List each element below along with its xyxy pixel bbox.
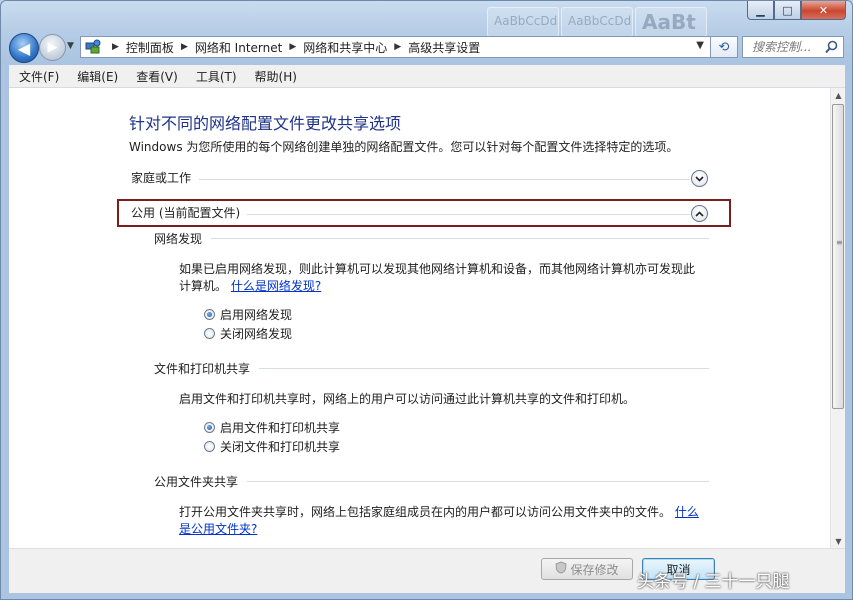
divider xyxy=(199,179,690,180)
breadcrumb-separator[interactable]: ▶ xyxy=(112,42,119,52)
back-arrow-icon: ◀ xyxy=(17,38,31,58)
ghost-tab: AaBbCcDd xyxy=(561,7,633,37)
vertical-scrollbar[interactable]: ▲ ≡ ▼ xyxy=(830,88,845,548)
caption-buttons: ▁ □ ✕ xyxy=(747,1,846,20)
address-bar[interactable]: ▶ 控制面板 ▶ 网络和 Internet ▶ 网络和共享中心 ▶ 高级共享设置… xyxy=(80,36,711,58)
page-title: 针对不同的网络配置文件更改共享选项 xyxy=(129,114,402,133)
radio-label: 启用文件和打印机共享 xyxy=(220,421,341,435)
menu-view[interactable]: 查看(V) xyxy=(126,68,186,85)
menu-file[interactable]: 文件(F) xyxy=(9,68,67,85)
what-is-public-folder-link-2[interactable]: 是公用文件夹? xyxy=(179,522,257,536)
discovery-desc-text: 计算机。 xyxy=(179,279,228,293)
back-button[interactable]: ◀ xyxy=(9,33,39,63)
what-is-public-folder-link[interactable]: 什么 xyxy=(675,505,699,519)
uac-shield-icon xyxy=(555,561,568,577)
menu-edit[interactable]: 编辑(E) xyxy=(67,68,126,85)
search-icon[interactable] xyxy=(825,40,838,57)
highlight-frame xyxy=(117,199,731,227)
search-box[interactable] xyxy=(742,36,844,58)
window: AaBbCcDd AaBbCcDd AaBt ▁ □ ✕ ◀ ▶ ▼ ▶ 控制面… xyxy=(0,0,853,600)
refresh-icon: ⟲ xyxy=(718,39,730,55)
public-folder-desc-2: 是公用文件夹? xyxy=(179,520,257,538)
printer-title: 文件和打印机共享 xyxy=(154,362,251,376)
discovery-desc-2: 计算机。 什么是网络发现? xyxy=(179,277,321,295)
radio-label: 关闭文件和打印机共享 xyxy=(220,440,341,454)
save-changes-button[interactable]: 保存修改 xyxy=(541,558,633,580)
minimize-button[interactable]: ▁ xyxy=(747,1,774,20)
search-input[interactable] xyxy=(743,37,832,57)
breadcrumb-advanced-sharing[interactable]: 高级共享设置 xyxy=(408,39,480,56)
expand-home-button[interactable] xyxy=(691,170,708,187)
grip-icon: ≡ xyxy=(836,238,843,247)
address-dropdown-icon[interactable]: ▼ xyxy=(696,40,704,51)
radio-label: 关闭网络发现 xyxy=(220,327,293,341)
profile-home-title[interactable]: 家庭或工作 xyxy=(131,169,191,186)
scroll-thumb[interactable]: ≡ xyxy=(832,104,844,409)
close-button[interactable]: ✕ xyxy=(801,1,846,20)
breadcrumb-network-internet[interactable]: 网络和 Internet xyxy=(195,39,282,56)
menu-bar: 文件(F) 编辑(E) 查看(V) 工具(T) 帮助(H) xyxy=(9,65,845,88)
ghost-tab: AaBbCcDd xyxy=(487,7,559,37)
recent-pages-dropdown-icon[interactable]: ▼ xyxy=(67,41,74,51)
breadcrumb-separator[interactable]: ▶ xyxy=(181,42,188,52)
content-pane: 针对不同的网络配置文件更改共享选项 Windows 为您所使用的每个网络创建单独… xyxy=(9,88,830,548)
page-subtitle: Windows 为您所使用的每个网络创建单独的网络配置文件。您可以针对每个配置文… xyxy=(129,140,679,154)
breadcrumb-separator[interactable]: ▶ xyxy=(394,42,401,52)
save-label: 保存修改 xyxy=(570,562,619,577)
radio-printer-off[interactable]: 关闭文件和打印机共享 xyxy=(204,438,340,455)
divider xyxy=(247,481,709,482)
ghost-tab: AaBt xyxy=(635,7,707,37)
breadcrumb-separator[interactable]: ▶ xyxy=(289,42,296,52)
public-folder-desc-text: 打开公用文件夹共享时，网络上包括家庭组成员在内的用户都可以访问公用文件夹中的文件… xyxy=(179,505,672,519)
chevron-down-icon xyxy=(695,175,704,182)
forward-arrow-icon: ▶ xyxy=(47,40,58,55)
radio-discovery-on[interactable]: 启用网络发现 xyxy=(204,306,292,323)
discovery-title: 网络发现 xyxy=(154,232,203,246)
maximize-button[interactable]: □ xyxy=(774,1,801,20)
what-is-discovery-link[interactable]: 什么是网络发现? xyxy=(231,279,321,293)
radio-selected-icon xyxy=(204,422,215,433)
radio-printer-on[interactable]: 启用文件和打印机共享 xyxy=(204,419,340,436)
radio-empty-icon xyxy=(204,441,215,452)
menu-help[interactable]: 帮助(H) xyxy=(245,68,305,85)
ghost-tab-label: AaBbCcDd xyxy=(568,14,632,28)
radio-selected-icon xyxy=(204,309,215,320)
divider xyxy=(211,238,709,239)
scroll-down-arrow-icon[interactable]: ▼ xyxy=(831,534,846,548)
radio-label: 启用网络发现 xyxy=(220,308,293,322)
public-folder-title: 公用文件夹共享 xyxy=(154,475,239,489)
divider xyxy=(259,368,709,369)
watermark: 头条号 / 三十一只腿 xyxy=(637,572,790,592)
breadcrumb-network-sharing-center[interactable]: 网络和共享中心 xyxy=(303,39,387,56)
network-icon xyxy=(85,39,101,55)
radio-discovery-off[interactable]: 关闭网络发现 xyxy=(204,325,292,342)
menu-tools[interactable]: 工具(T) xyxy=(186,68,245,85)
printer-desc: 启用文件和打印机共享时，网络上的用户可以访问通过此计算机共享的文件和打印机。 xyxy=(179,392,636,406)
breadcrumb-control-panel[interactable]: 控制面板 xyxy=(126,39,174,56)
ghost-tab-label: AaBbCcDd xyxy=(494,14,558,28)
forward-button[interactable]: ▶ xyxy=(39,34,66,61)
discovery-desc: 如果已启用网络发现，则此计算机可以发现其他网络计算机和设备，而其他网络计算机亦可… xyxy=(179,262,696,276)
scroll-up-arrow-icon[interactable]: ▲ xyxy=(831,88,846,102)
public-folder-desc: 打开公用文件夹共享时，网络上包括家庭组成员在内的用户都可以访问公用文件夹中的文件… xyxy=(179,503,699,521)
ghost-tab-label: AaBt xyxy=(642,10,696,34)
radio-empty-icon xyxy=(204,328,215,339)
refresh-button[interactable]: ⟲ xyxy=(711,36,738,58)
